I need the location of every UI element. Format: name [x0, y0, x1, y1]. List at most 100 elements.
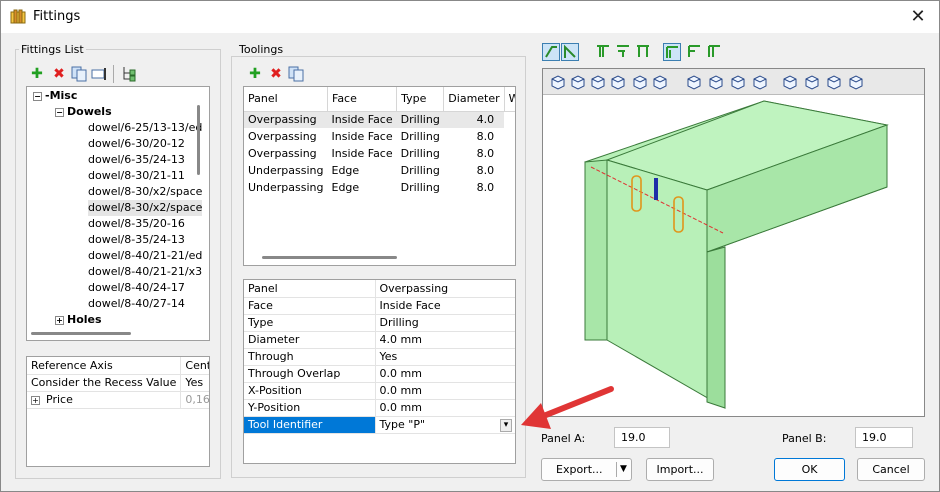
toolings-horizontal-scrollbar[interactable]	[262, 256, 397, 259]
detail-row[interactable]: Through Yes	[244, 348, 515, 366]
view-cube-icon[interactable]	[549, 73, 566, 90]
detail-row[interactable]: Through Overlap 0.0 mm	[244, 365, 515, 383]
tree-vertical-scrollbar[interactable]	[197, 105, 200, 175]
view-cube-icon[interactable]	[569, 73, 586, 90]
rename-icon[interactable]	[91, 66, 107, 82]
tree-item[interactable]: dowel/8-30/x2/space	[88, 200, 203, 216]
detail-value[interactable]: Overpassing	[375, 280, 515, 298]
tree-structure-icon[interactable]	[121, 66, 137, 82]
import-button[interactable]: Import...	[646, 458, 714, 481]
joint-type-icon[interactable]	[615, 43, 633, 61]
detail-value[interactable]: Yes	[375, 348, 515, 366]
view-cube-icon[interactable]	[609, 73, 626, 90]
detail-row[interactable]: X-Position 0.0 mm	[244, 382, 515, 400]
panel-a-thickness-input[interactable]: 19.0	[614, 427, 670, 448]
column-header[interactable]: Width	[504, 87, 515, 112]
view-cube-icon[interactable]	[707, 73, 724, 90]
tree-horizontal-scrollbar[interactable]	[31, 332, 131, 335]
column-header[interactable]: Diameter	[443, 87, 505, 112]
tree-item[interactable]: dowel/8-40/27-14	[88, 296, 185, 312]
detail-value[interactable]: Type "P" ▾	[375, 416, 515, 434]
detail-row[interactable]: Tool Identifier Type "P" ▾	[244, 416, 515, 434]
tree-item[interactable]: dowel/6-35/24-13	[88, 152, 185, 168]
table-row[interactable]: Underpassing Edge Drilling 8.0	[244, 179, 515, 196]
toolings-table[interactable]: PanelFaceTypeDiameterWidth Overpassing In…	[243, 86, 516, 266]
detail-value[interactable]: Drilling	[375, 314, 515, 332]
table-cell: Inside Face	[331, 147, 393, 160]
dropdown-arrow-icon[interactable]: ▼	[620, 459, 627, 480]
panel-b-thickness-input[interactable]: 19.0	[855, 427, 913, 448]
add-icon[interactable]: ✚	[247, 66, 263, 82]
tree-item[interactable]: dowel/8-30/21-11	[88, 168, 185, 184]
joint-type-icon[interactable]	[663, 43, 681, 61]
table-row[interactable]: Overpassing Inside Face Drilling 8.0	[244, 145, 515, 162]
tree-item[interactable]: dowel/6-30/20-12	[88, 136, 185, 152]
table-row[interactable]: Overpassing Inside Face Drilling 4.0	[244, 111, 515, 128]
tree-node-misc[interactable]: − -Misc	[33, 88, 77, 104]
view-mode-panel-b-icon[interactable]	[561, 43, 579, 61]
view-cube-icon[interactable]	[651, 73, 668, 90]
title-bar: Fittings ✕	[1, 1, 939, 33]
view-cube-icon[interactable]	[631, 73, 648, 90]
detail-row[interactable]: Y-Position 0.0 mm	[244, 399, 515, 417]
view-mode-panel-a-icon[interactable]	[542, 43, 560, 61]
close-icon[interactable]: ✕	[907, 6, 929, 28]
property-value[interactable]: Cent...	[180, 357, 209, 375]
view-cube-icon[interactable]	[803, 73, 820, 90]
column-header[interactable]: Type	[396, 87, 445, 112]
export-split-button[interactable]: Export... ▼	[541, 458, 632, 481]
property-value[interactable]: Yes	[180, 374, 209, 392]
view-cube-icon[interactable]	[781, 73, 798, 90]
expand-icon[interactable]: +	[31, 395, 40, 405]
expand-icon[interactable]: +	[55, 315, 64, 325]
tree-item[interactable]: dowel/8-40/21-21/ed	[88, 248, 202, 264]
detail-row[interactable]: Panel Overpassing	[244, 280, 515, 298]
table-row[interactable]: Overpassing Inside Face Drilling 8.0	[244, 128, 515, 145]
delete-icon[interactable]: ✖	[51, 66, 67, 82]
view-cube-icon[interactable]	[685, 73, 702, 90]
copy-icon[interactable]	[71, 66, 87, 82]
detail-value[interactable]: 0.0 mm	[375, 399, 515, 417]
detail-value[interactable]: 0.0 mm	[375, 382, 515, 400]
tree-item[interactable]: dowel/8-40/24-17	[88, 280, 185, 296]
tree-item[interactable]: dowel/8-40/21-21/x3	[88, 264, 202, 280]
column-header[interactable]: Panel	[244, 87, 328, 112]
detail-row[interactable]: Type Drilling	[244, 314, 515, 332]
detail-value[interactable]: 0.0 mm	[375, 365, 515, 383]
detail-value[interactable]: 4.0 mm	[375, 331, 515, 349]
collapse-icon[interactable]: −	[33, 91, 42, 101]
view-cube-icon[interactable]	[751, 73, 768, 90]
add-icon[interactable]: ✚	[29, 66, 45, 82]
view-cube-icon[interactable]	[729, 73, 746, 90]
detail-value[interactable]: Inside Face	[375, 297, 515, 315]
joint-type-icon[interactable]	[595, 43, 613, 61]
tree-item[interactable]: dowel/8-35/20-16	[88, 216, 185, 232]
detail-name: Face	[244, 297, 376, 315]
tree-item[interactable]: dowel/6-25/13-13/ed	[88, 120, 202, 136]
detail-row[interactable]: Face Inside Face	[244, 297, 515, 315]
property-row[interactable]: + Price 0,16€	[27, 391, 209, 409]
tree-node-dowels[interactable]: − Dowels	[55, 104, 112, 120]
view-cube-icon[interactable]	[825, 73, 842, 90]
ok-button[interactable]: OK	[774, 458, 845, 481]
copy-icon[interactable]	[288, 66, 304, 82]
property-value[interactable]: 0,16€	[180, 391, 209, 409]
joint-type-icon[interactable]	[635, 43, 653, 61]
column-header[interactable]: Face	[327, 87, 398, 112]
tree-item[interactable]: dowel/8-30/x2/space	[88, 184, 202, 200]
property-row[interactable]: Consider the Recess Value Yes	[27, 374, 209, 392]
collapse-icon[interactable]: −	[55, 107, 64, 117]
view-cube-icon[interactable]	[589, 73, 606, 90]
detail-row[interactable]: Diameter 4.0 mm	[244, 331, 515, 349]
tree-item[interactable]: dowel/8-35/24-13	[88, 232, 185, 248]
cancel-button[interactable]: Cancel	[857, 458, 925, 481]
joint-type-icon[interactable]	[706, 43, 724, 61]
joint-type-icon[interactable]	[686, 43, 704, 61]
preview-3d-viewport[interactable]	[542, 68, 925, 417]
fittings-tree[interactable]: − -Misc − Dowels dowel/6-25/13-13/ed dowel/…	[26, 86, 210, 341]
tree-node-holes[interactable]: + Holes	[55, 312, 102, 328]
view-cube-icon[interactable]	[847, 73, 864, 90]
table-row[interactable]: Underpassing Edge Drilling 8.0	[244, 162, 515, 179]
delete-icon[interactable]: ✖	[268, 66, 284, 82]
property-row[interactable]: Reference AxisCent...	[27, 357, 209, 375]
